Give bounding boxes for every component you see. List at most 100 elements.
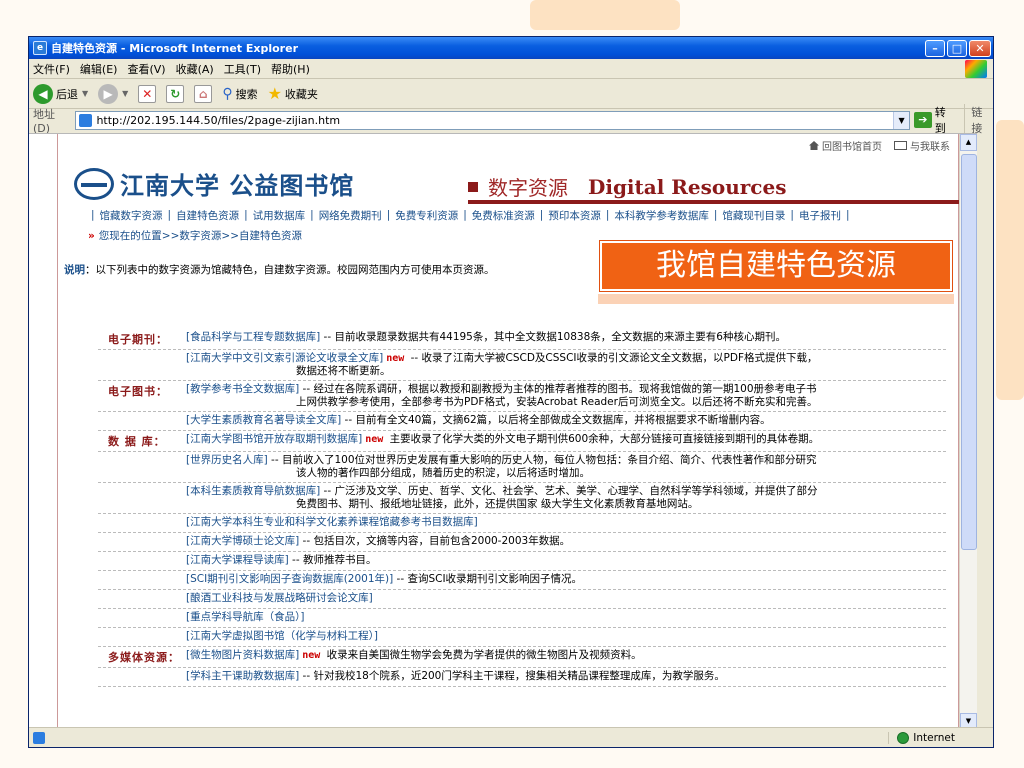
resource-link[interactable]: [江南大学课程导读库]: [186, 554, 289, 566]
resource-link[interactable]: [江南大学中文引文索引源论文收录全文库]: [186, 352, 383, 364]
vertical-scrollbar[interactable]: ▲ ▼: [959, 134, 977, 730]
forward-arrow-icon: ▶: [98, 83, 119, 104]
stop-button[interactable]: ✕: [138, 84, 157, 103]
nav-item-free-standards[interactable]: 免费标准资源: [472, 208, 535, 223]
address-dropdown-icon[interactable]: ▼: [893, 111, 910, 129]
resource-description-cont: 该人物的著作四部分组成，随着历史的积淀，以后将适时增加。: [296, 467, 590, 479]
main-nav: | 馆藏数字资源 | 自建特色资源 | 试用数据库 | 网络免费期刊 | 免费专利资源 |…: [91, 208, 850, 223]
description-text: ：以下列表中的数字资源为馆藏特色，自建数字资源。校园网范围内方可使用本页资源。: [85, 264, 495, 276]
top-links: 回图书馆首页 与我联系: [809, 138, 950, 153]
menu-tools[interactable]: 工具(T): [224, 61, 261, 77]
nav-item-trial[interactable]: 试用数据库: [253, 208, 306, 223]
refresh-icon: ↻: [166, 84, 185, 103]
resource-link[interactable]: [学科主干课助教数据库]: [186, 670, 299, 682]
nav-item-collection[interactable]: 馆藏数字资源: [100, 208, 163, 223]
resource-link[interactable]: [本科生素质教育导航数据库]: [186, 485, 320, 497]
address-bar: 地址(D) http://202.195.144.50/files/2page-…: [29, 104, 993, 136]
resource-link[interactable]: [江南大学图书馆开放存取期刊数据库]: [186, 433, 362, 445]
nav-item-free-journals[interactable]: 网络免费期刊: [319, 208, 382, 223]
menu-view[interactable]: 查看(V): [127, 61, 165, 77]
table-row: 电子图书： [教学参考书全文数据库] -- 经过在各院系调研，根据以教授和副教授为…: [98, 381, 946, 412]
description-label: 说明: [64, 264, 85, 276]
section-title-cn: 数字资源: [488, 176, 568, 200]
go-button[interactable]: ➔ 转到: [914, 104, 956, 136]
close-button[interactable]: ✕: [969, 39, 991, 57]
row-content: [世界历史名人库] -- 目前收入了100位对世界历史发展有重大影响的历史人物，…: [186, 454, 946, 480]
table-row: [江南大学博硕士论文库] -- 包括目次，文摘等内容，目前包含2000-2003…: [98, 533, 946, 552]
resource-link[interactable]: [江南大学博硕士论文库]: [186, 535, 299, 547]
breadcrumb: » 您现在的位置>>数字资源>>自建特色资源: [88, 228, 302, 243]
university-emblem-icon: [74, 167, 114, 200]
maximize-button[interactable]: □: [947, 39, 967, 57]
row-content: [学科主干课助教数据库] -- 针对我校18个院系，近200门学科主干课程，搜集…: [186, 670, 946, 683]
house-icon: [809, 141, 819, 150]
resource-description: 主要收录了化学大类的外文电子期刊供600余种，大部分链接可直接链接到期刊的具体卷…: [386, 433, 820, 445]
address-input[interactable]: http://202.195.144.50/files/2page-zijian…: [75, 110, 911, 130]
security-zone: Internet: [888, 731, 955, 744]
resource-description-cont: 免费图书、期刊、报纸地址链接，此外，还提供国家 级大学生文化素质教育基地网站。: [296, 498, 699, 510]
refresh-button[interactable]: ↻: [166, 84, 185, 103]
scroll-thumb[interactable]: [961, 154, 977, 550]
library-page: 回图书馆首页 与我联系 江南大学 公益图书馆 数字资源 Digital Reso…: [57, 134, 966, 730]
resource-link[interactable]: [酿酒工业科技与发展战略研讨会论文库]: [186, 592, 373, 604]
row-content: [江南大学图书馆开放存取期刊数据库] new 主要收录了化学大类的外文电子期刊供6…: [186, 433, 946, 446]
resource-link[interactable]: [重点学科导航库（食品）]: [186, 611, 304, 623]
table-row: [大学生素质教育名著导读全文库] -- 目前有全文40篇，文摘62篇，以后将全部…: [98, 412, 946, 431]
slide-decoration: [996, 120, 1024, 400]
resource-link[interactable]: [江南大学本科生专业和科学文化素养课程馆藏参考书目数据库]: [186, 516, 478, 528]
nav-item-self-built[interactable]: 自建特色资源: [176, 208, 239, 223]
home-button[interactable]: ⌂: [194, 84, 213, 103]
resource-link[interactable]: [世界历史名人库]: [186, 454, 268, 466]
row-content: [江南大学课程导读库] -- 教师推荐书目。: [186, 554, 946, 567]
resource-description-cont: 数据还将不断更新。: [296, 365, 391, 377]
menu-favorites[interactable]: 收藏(A): [176, 61, 214, 77]
page-icon: [79, 113, 93, 127]
nav-item-teaching-ref[interactable]: 本科教学参考数据库: [614, 208, 709, 223]
breadcrumb-text[interactable]: 您现在的位置>>数字资源>>自建特色资源: [99, 230, 302, 242]
table-row: [SCI期刊引文影响因子查询数据库(2001年)] -- 查询SCI收录期刊引文…: [98, 571, 946, 590]
description: 说明：以下列表中的数字资源为馆藏特色，自建数字资源。校园网范围内方可使用本页资源…: [64, 262, 495, 277]
favorites-button[interactable]: ★ 收藏夹: [268, 84, 318, 103]
menu-file[interactable]: 文件(F): [33, 61, 70, 77]
favorites-label: 收藏夹: [284, 87, 318, 101]
globe-icon: [897, 731, 910, 744]
resource-link[interactable]: [SCI期刊引文影响因子查询数据库(2001年)]: [186, 573, 393, 585]
home-link[interactable]: 回图书馆首页: [809, 138, 882, 153]
window-title: 自建特色资源 - Microsoft Internet Explorer: [51, 42, 298, 55]
resource-link[interactable]: [微生物图片资料数据库]: [186, 649, 299, 661]
library-logo[interactable]: 江南大学 公益图书馆: [74, 166, 354, 201]
title-divider: [468, 200, 966, 204]
row-content: [食品科学与工程专题数据库] -- 目前收录题录数据共有44195条，其中全文数…: [186, 331, 946, 344]
back-button[interactable]: ◀ 后退 ▼: [33, 83, 88, 104]
resource-link[interactable]: [食品科学与工程专题数据库]: [186, 331, 320, 343]
menu-help[interactable]: 帮助(H): [271, 61, 310, 77]
forward-button[interactable]: ▶ ▼: [98, 83, 128, 104]
resource-description: 收录来自美国微生物学会免费为学者提供的微生物图片及视频资料。: [323, 649, 642, 661]
slide-decoration: [530, 0, 680, 30]
nav-item-current-journals[interactable]: 馆藏现刊目录: [722, 208, 785, 223]
nav-item-e-newspapers[interactable]: 电子报刊: [799, 208, 841, 223]
resource-link[interactable]: [江南大学虚拟图书馆（化学与材料工程）]: [186, 630, 378, 642]
search-button[interactable]: ⚲ 搜索: [222, 86, 257, 102]
row-category: 电子图书：: [108, 385, 168, 398]
toolbar: ◀ 后退 ▼ ▶ ▼ ✕ ↻ ⌂ ⚲ 搜索 ★ 收藏夹: [29, 79, 993, 109]
nav-item-free-patents[interactable]: 免费专利资源: [395, 208, 458, 223]
scroll-up-icon[interactable]: ▲: [960, 134, 977, 151]
title-bar: e 自建特色资源 - Microsoft Internet Explorer –…: [29, 37, 993, 59]
browser-window: e 自建特色资源 - Microsoft Internet Explorer –…: [28, 36, 994, 748]
address-label: 地址(D): [33, 107, 55, 135]
table-row: 数 据 库： [江南大学图书馆开放存取期刊数据库] new 主要收录了化学大类的外文…: [98, 431, 946, 452]
links-button[interactable]: 链接: [964, 104, 993, 136]
resource-link[interactable]: [教学参考书全文数据库]: [186, 383, 299, 395]
minimize-button[interactable]: –: [925, 39, 945, 57]
go-label: 转到: [934, 106, 946, 135]
square-bullet-icon: [468, 181, 478, 192]
nav-item-preprints[interactable]: 预印本资源: [548, 208, 601, 223]
row-content: [大学生素质教育名著导读全文库] -- 目前有全文40篇，文摘62篇，以后将全部…: [186, 414, 946, 427]
contact-link[interactable]: 与我联系: [894, 138, 950, 153]
menu-edit[interactable]: 编辑(E): [80, 61, 118, 77]
back-label: 后退: [56, 87, 78, 101]
table-row: [学科主干课助教数据库] -- 针对我校18个院系，近200门学科主干课程，搜集…: [98, 668, 946, 687]
table-row: [本科生素质教育导航数据库] -- 广泛涉及文学、历史、哲学、文化、社会学、艺术…: [98, 483, 946, 514]
resource-link[interactable]: [大学生素质教育名著导读全文库]: [186, 414, 341, 426]
